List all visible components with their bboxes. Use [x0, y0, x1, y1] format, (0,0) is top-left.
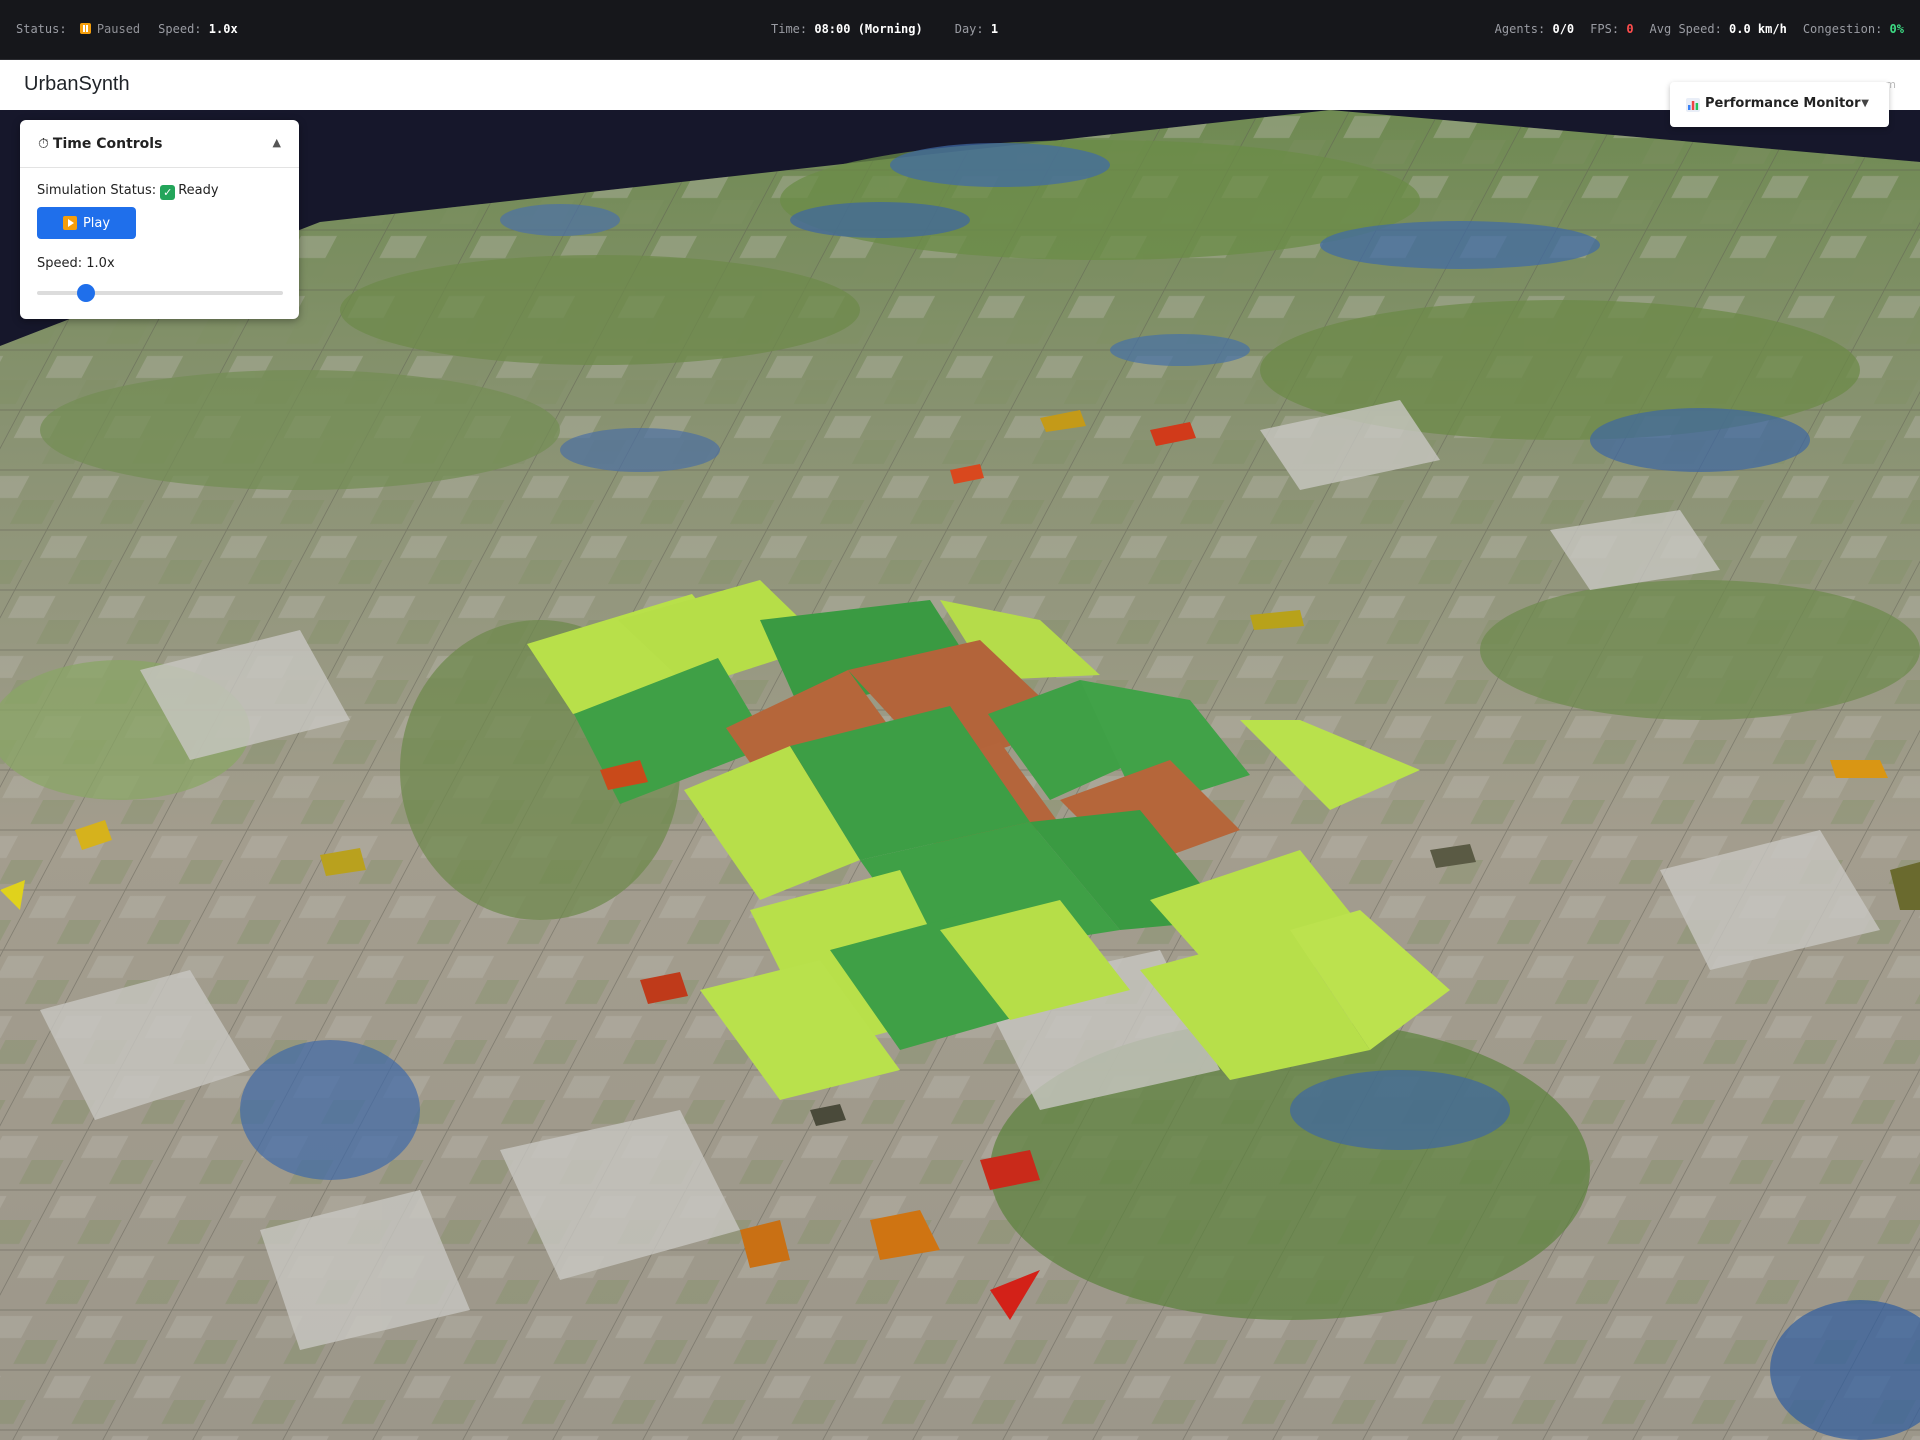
- time-controls-title-text: Time Controls: [52, 136, 163, 152]
- day-indicator: Day: 1: [955, 22, 998, 36]
- day-label: Day:: [954, 21, 984, 36]
- status-bar-center: Time: 08:00 (Morning) Day: 1: [771, 0, 1016, 57]
- checkmark-icon: ✓: [160, 185, 176, 200]
- performance-monitor-toggle[interactable]: Performance Monitor ▼: [1670, 82, 1889, 127]
- time-controls-title: ⏱ Time Controls: [38, 136, 162, 152]
- congestion-label: Congestion:: [1802, 21, 1883, 36]
- time-value: 08:00 (Morning): [814, 21, 923, 36]
- app-title: UrbanSynth: [24, 73, 130, 95]
- play-button-label: Play: [82, 215, 111, 231]
- play-button[interactable]: Play: [37, 207, 136, 239]
- play-icon: [62, 216, 77, 230]
- avg-speed-label: Avg Speed:: [1649, 21, 1722, 36]
- congestion-value: 0%: [1889, 21, 1904, 36]
- agents-label: Agents:: [1494, 21, 1546, 36]
- status-indicator: Status: Paused: [16, 22, 140, 36]
- pause-icon: [79, 22, 91, 34]
- time-label: Time:: [771, 21, 808, 36]
- stopwatch-icon: ⏱: [38, 136, 49, 152]
- fps-value: 0: [1626, 21, 1634, 36]
- speed-value: 1.0x: [208, 21, 238, 36]
- fps-label: FPS:: [1590, 21, 1620, 36]
- time-controls-header[interactable]: ⏱ Time Controls ▲: [20, 120, 299, 168]
- simulation-status: Simulation Status: ✓ Ready: [37, 183, 219, 200]
- avg-speed-value: 0.0 km/h: [1729, 21, 1787, 36]
- collapse-chevron-icon[interactable]: ▲: [273, 136, 281, 149]
- speed-slider[interactable]: [37, 284, 283, 302]
- bar-chart-icon: [1686, 98, 1700, 112]
- chevron-down-icon: ▼: [1861, 98, 1869, 109]
- app-header: UrbanSynth m: [0, 60, 1920, 111]
- avg-speed-indicator: Avg Speed: 0.0 km/h: [1650, 22, 1787, 36]
- speed-indicator: Speed: 1.0x: [158, 22, 238, 36]
- status-bar: Status: Paused Speed: 1.0x Time: 08:00 (…: [0, 0, 1920, 60]
- agents-value: 0/0: [1552, 21, 1575, 36]
- time-indicator: Time: 08:00 (Morning): [771, 22, 923, 36]
- status-bar-right: Agents: 0/0 FPS: 0 Avg Speed: 0.0 km/h C…: [1479, 0, 1904, 57]
- speed-slider-label: Speed: 1.0x: [37, 256, 115, 271]
- speed-label: Speed:: [158, 21, 202, 36]
- status-label: Status:: [16, 21, 67, 36]
- speed-slider-thumb[interactable]: [77, 284, 96, 302]
- simulation-status-value: Ready: [178, 183, 219, 198]
- time-controls-panel: ⏱ Time Controls ▲ Simulation Status: ✓ Read…: [20, 120, 299, 319]
- status-bar-left: Status: Paused Speed: 1.0x: [16, 0, 256, 57]
- simulation-status-label: Simulation Status:: [37, 183, 157, 198]
- performance-monitor-label: Performance Monitor: [1705, 96, 1861, 111]
- congestion-indicator: Congestion: 0%: [1803, 22, 1904, 36]
- agents-indicator: Agents: 0/0: [1495, 22, 1575, 36]
- status-value: Paused: [96, 21, 141, 36]
- fps-indicator: FPS: 0: [1590, 22, 1633, 36]
- day-value: 1: [990, 21, 999, 36]
